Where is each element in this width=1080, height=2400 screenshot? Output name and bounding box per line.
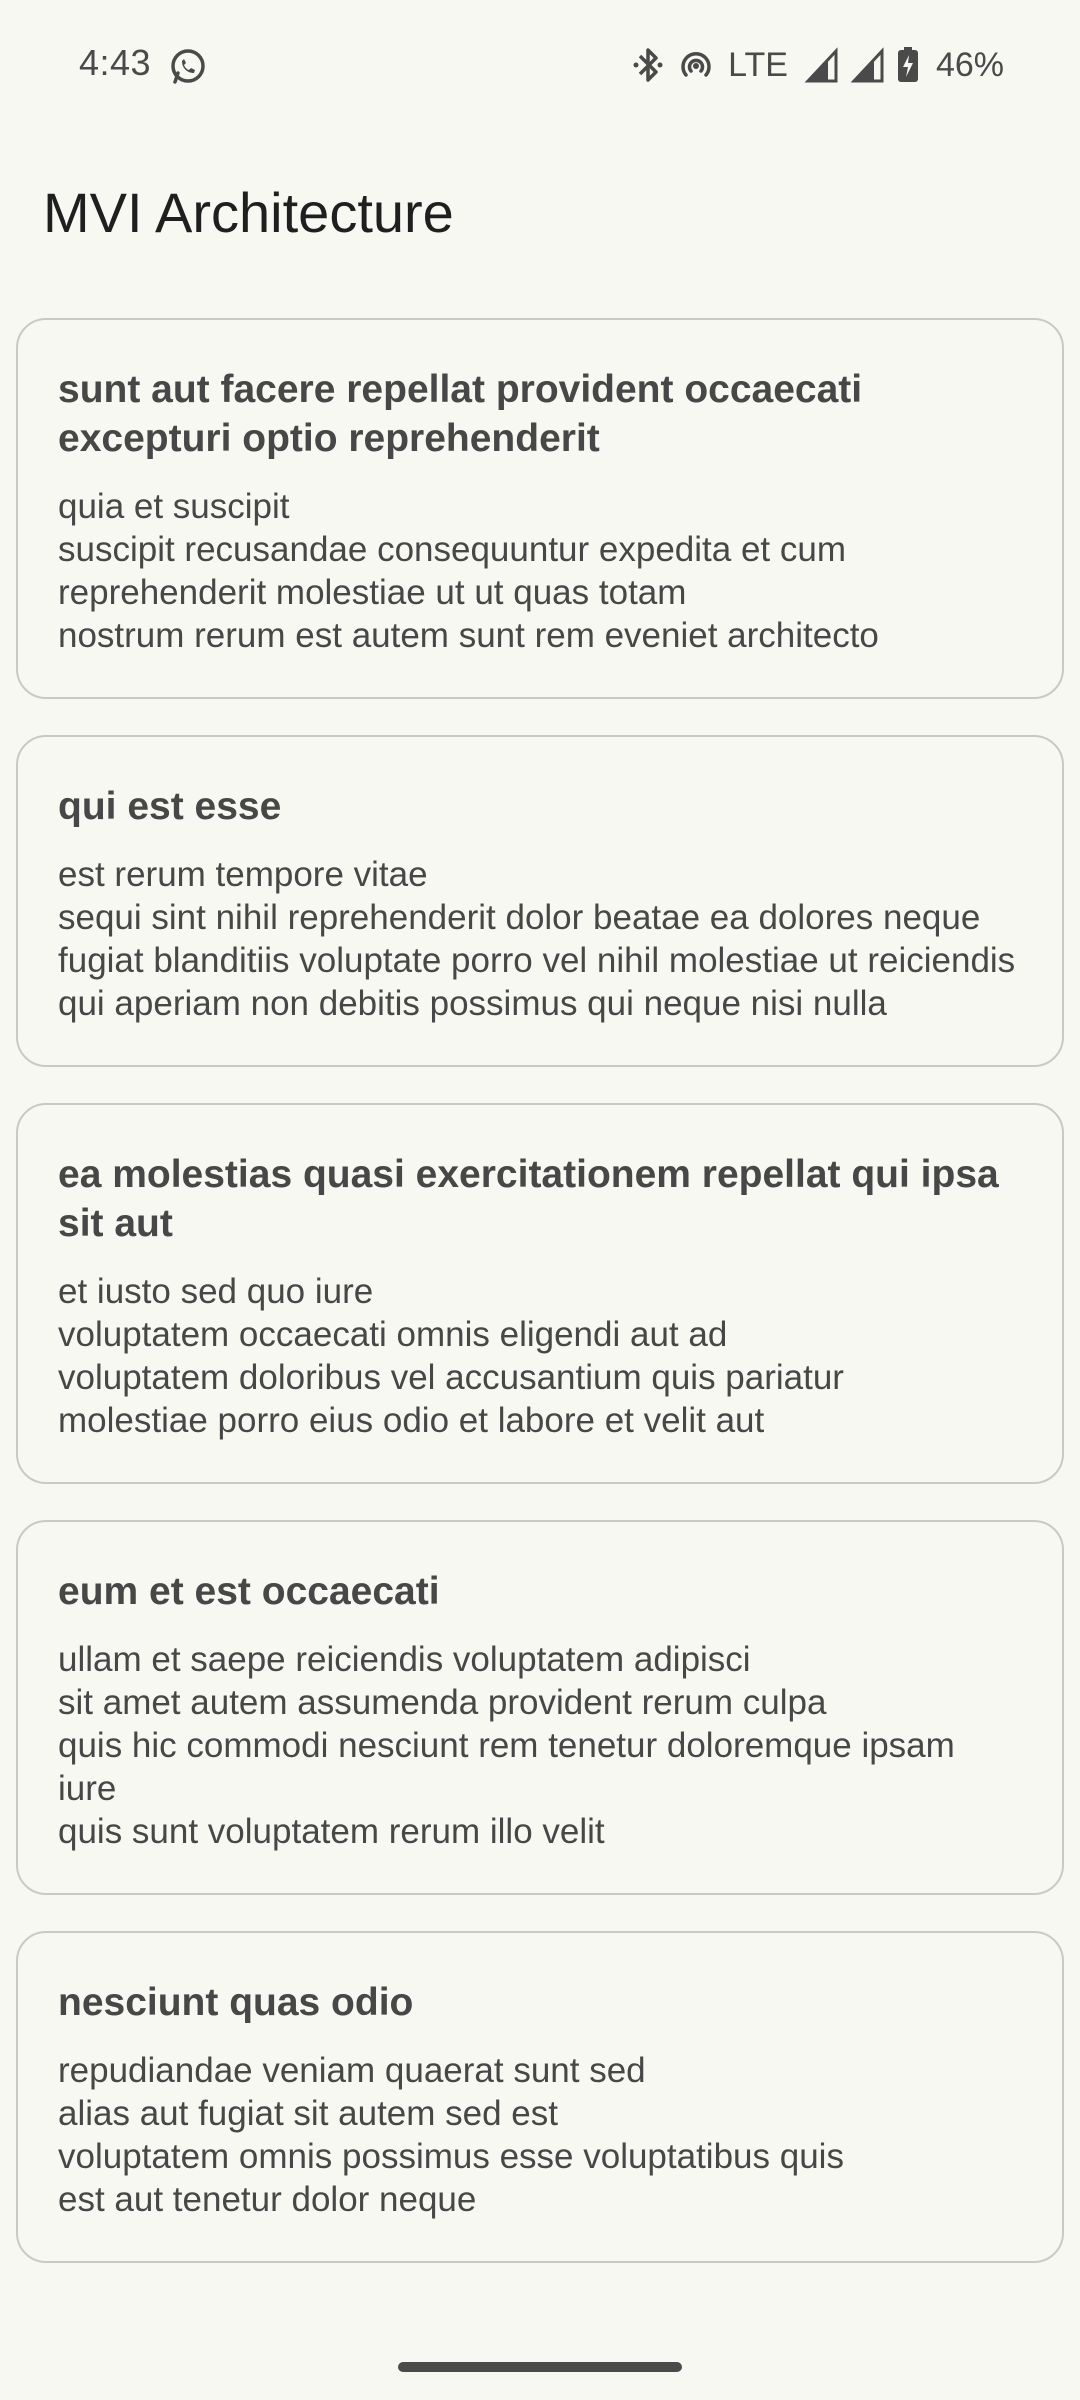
post-title: qui est esse xyxy=(58,785,282,828)
post-card[interactable]: qui est esse est rerum tempore vitae seq… xyxy=(16,735,1064,1067)
post-body-line: repudiandae veniam quaerat sunt sed xyxy=(58,2051,646,2090)
post-body: repudiandae veniam quaerat sunt sed alia… xyxy=(58,2049,1022,2221)
signal-icon xyxy=(804,45,840,85)
bluetooth-icon xyxy=(630,45,666,85)
battery-percentage: 46% xyxy=(935,45,1004,84)
post-body-line: ullam et saepe reiciendis voluptatem adi… xyxy=(58,1640,751,1679)
post-card[interactable]: ea molestias quasi exercitationem repell… xyxy=(16,1103,1064,1484)
post-body-line: est aut tenetur dolor neque xyxy=(58,2180,477,2219)
post-card[interactable]: nesciunt quas odio repudiandae veniam qu… xyxy=(16,1931,1064,2263)
post-body: et iusto sed quo iure voluptatem occaeca… xyxy=(58,1270,1022,1442)
network-type: LTE xyxy=(728,45,788,84)
post-body-line: voluptatem omnis possimus esse voluptati… xyxy=(58,2137,844,2176)
post-body-line: quis hic commodi nesciunt rem tenetur do… xyxy=(58,1726,955,1808)
post-body-line: est rerum tempore vitae xyxy=(58,855,428,894)
post-title: eum et est occaecati xyxy=(58,1570,440,1613)
post-body-line: nostrum rerum est autem sunt rem eveniet… xyxy=(58,616,879,655)
signal-icon xyxy=(850,45,886,85)
post-body: est rerum tempore vitae sequi sint nihil… xyxy=(58,853,1022,1025)
app-title: MVI Architecture xyxy=(43,181,454,244)
post-card[interactable]: sunt aut facere repellat provident occae… xyxy=(16,318,1064,699)
status-icons: LTE 46% xyxy=(630,40,1004,90)
post-body-line: sit amet autem assumenda provident rerum… xyxy=(58,1683,827,1722)
post-body-line: voluptatem doloribus vel accusantium qui… xyxy=(58,1358,844,1397)
post-title: sunt aut facere repellat provident occae… xyxy=(58,368,863,460)
post-card[interactable]: eum et est occaecati ullam et saepe reic… xyxy=(16,1520,1064,1895)
post-body-line: voluptatem occaecati omnis eligendi aut … xyxy=(58,1315,728,1354)
post-title: nesciunt quas odio xyxy=(58,1981,414,2024)
post-body-line: et iusto sed quo iure xyxy=(58,1272,374,1311)
post-body-line: qui aperiam non debitis possimus qui neq… xyxy=(58,984,887,1023)
post-list[interactable]: sunt aut facere repellat provident occae… xyxy=(16,318,1064,2315)
post-body-line: molestiae porro eius odio et labore et v… xyxy=(58,1401,765,1440)
post-body: ullam et saepe reiciendis voluptatem adi… xyxy=(58,1638,1022,1853)
gesture-navigation-handle[interactable] xyxy=(398,2362,682,2372)
post-body-line: quia et suscipit xyxy=(58,487,290,526)
battery-charging-icon xyxy=(896,45,920,85)
post-body-line: sequi sint nihil reprehenderit dolor bea… xyxy=(58,898,981,937)
status-bar: 4:43 LTE 46% xyxy=(0,0,1080,130)
post-body: quia et suscipit suscipit recusandae con… xyxy=(58,485,1022,657)
status-time: 4:43 xyxy=(79,42,152,83)
post-title: ea molestias quasi exercitationem repell… xyxy=(58,1153,999,1245)
post-body-line: suscipit recusandae consequuntur expedit… xyxy=(58,530,846,569)
post-body-line: quis sunt voluptatem rerum illo velit xyxy=(58,1812,605,1851)
post-body-line: alias aut fugiat sit autem sed est xyxy=(58,2094,558,2133)
post-body-line: reprehenderit molestiae ut ut quas totam xyxy=(58,573,687,612)
hotspot-icon xyxy=(676,45,712,85)
whatsapp-icon xyxy=(168,46,208,86)
post-body-line: fugiat blanditiis voluptate porro vel ni… xyxy=(58,941,1016,980)
